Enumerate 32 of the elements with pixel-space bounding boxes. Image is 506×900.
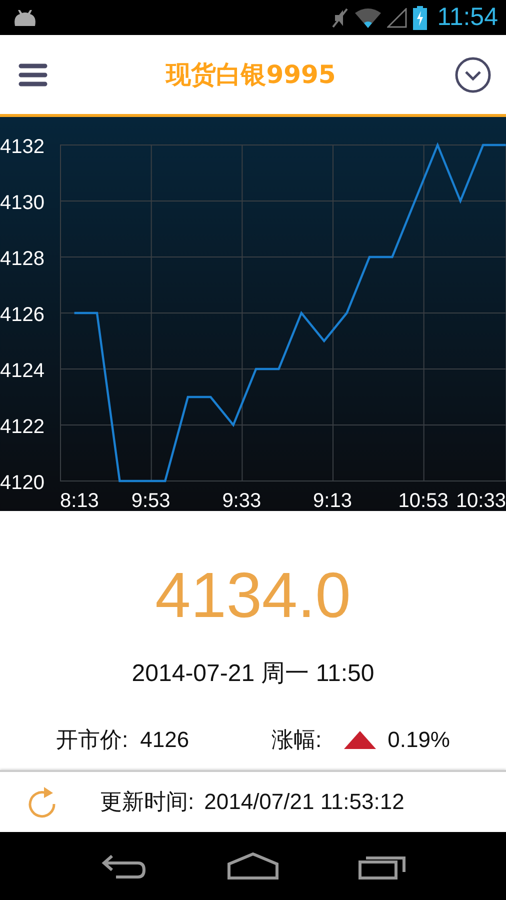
back-icon[interactable]: [100, 852, 148, 880]
current-price: 4134.0: [155, 563, 351, 627]
change-value: 0.19%: [388, 727, 450, 753]
clock-time: 11:54: [437, 3, 498, 32]
update-label: 更新时间:: [100, 788, 194, 816]
axis-label: 4128: [0, 248, 44, 270]
axis-label: 9:33: [222, 490, 262, 511]
home-icon[interactable]: [226, 852, 279, 880]
axis-label: 9:53: [131, 490, 170, 511]
menu-icon[interactable]: [18, 62, 48, 88]
date-time: 2014-07-21 周一 11:50: [132, 659, 374, 689]
page-title: 现货白银9995: [166, 59, 336, 91]
wifi-icon: [355, 8, 382, 28]
axis-label: 4122: [0, 416, 44, 438]
battery-icon: [413, 6, 428, 30]
signal-icon: [387, 8, 408, 28]
android-icon: [12, 10, 38, 26]
axis-label: 10:53: [398, 490, 448, 511]
axis-label: 4124: [0, 360, 44, 382]
axis-label: 10:33: [456, 490, 506, 511]
update-time: 2014/07/21 11:53:12: [204, 789, 404, 815]
axis-label: 4126: [0, 304, 44, 326]
axis-label: 9:13: [313, 490, 352, 511]
axis-label: 4120: [0, 472, 44, 494]
change-label: 涨幅:: [271, 726, 322, 754]
chevron-down-icon[interactable]: [454, 56, 492, 94]
mute-icon: [331, 6, 350, 28]
axis-label: 4132: [0, 136, 44, 158]
axis-label: 8:13: [60, 490, 99, 511]
open-price-label: 开市价:: [56, 726, 128, 754]
open-price-value: 4126: [140, 727, 190, 753]
axis-label: 4130: [0, 192, 44, 214]
